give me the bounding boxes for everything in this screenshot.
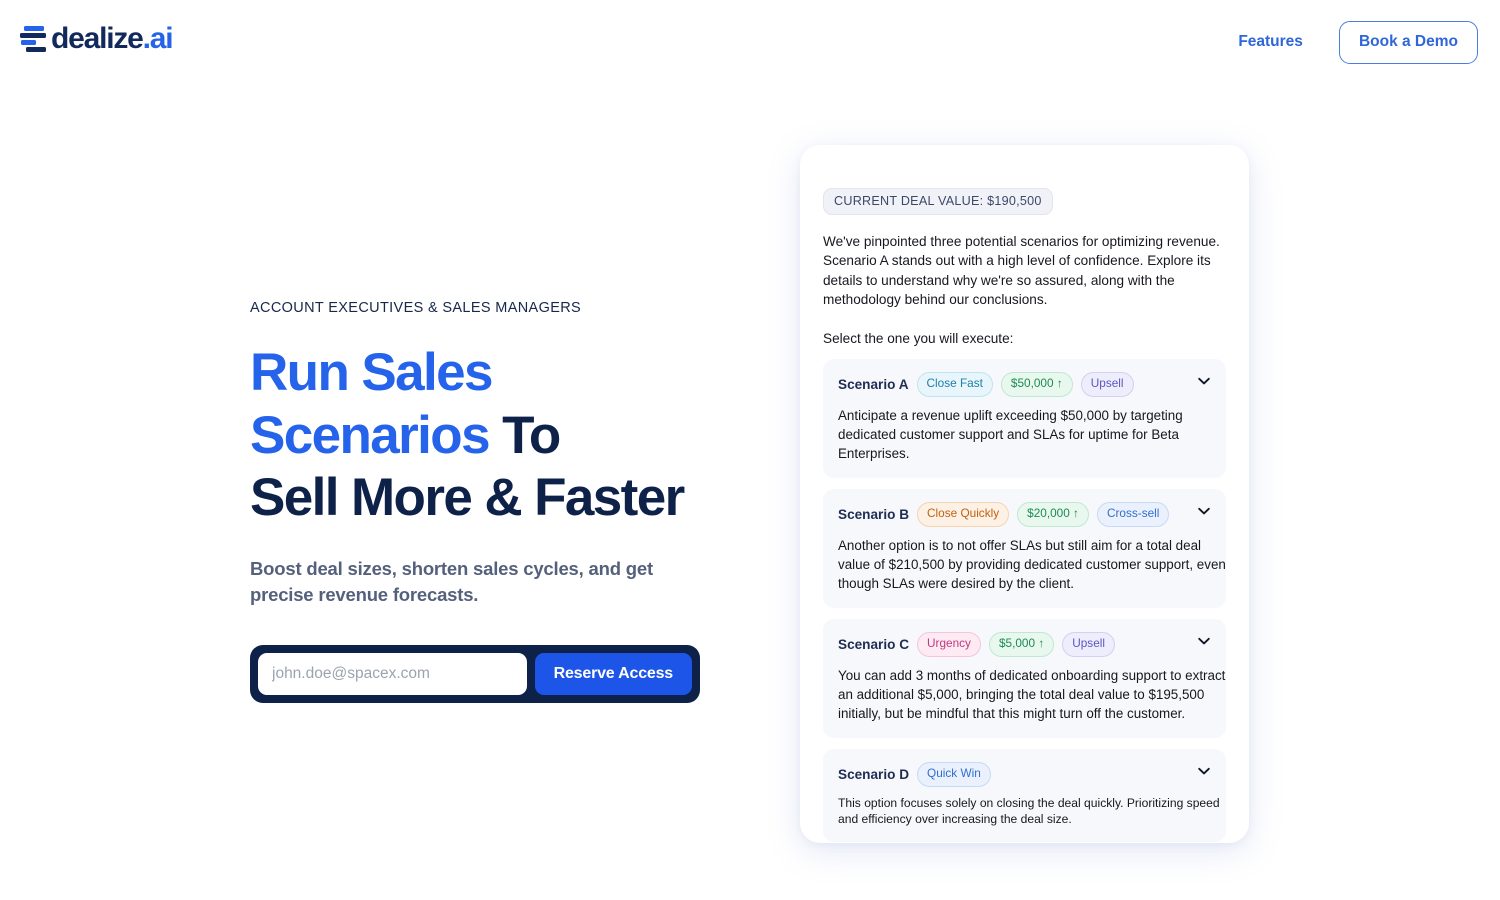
chevron-down-icon[interactable]: [1196, 503, 1212, 519]
scenario-tag: $50,000 ↑: [1000, 372, 1073, 397]
brand-logo[interactable]: dealize.ai: [20, 22, 174, 55]
scenario-header: Scenario B Close Quickly $20,000 ↑ Cross-se…: [838, 502, 1211, 527]
scenario-tag: Urgency: [917, 631, 981, 657]
headline-line-2-rest: To: [488, 405, 561, 465]
headline-line-1: Run Sales: [250, 343, 493, 402]
header-nav: Features Book a Demo: [1238, 21, 1478, 64]
hero-section: ACCOUNT EXECUTIVES & SALES MANAGERS Run …: [250, 300, 720, 704]
email-field[interactable]: [258, 653, 527, 696]
logo-name: dealize: [51, 22, 144, 55]
scenario-tag: Close Quickly: [917, 502, 1010, 527]
scenarios-panel: CURRENT DEAL VALUE: $190,500 We've pinpo…: [800, 145, 1249, 843]
headline-line-2-accent: Scenarios: [250, 405, 491, 465]
scenario-tag: $20,000 ↑: [1017, 502, 1089, 527]
page-title: Run Sales Scenarios To Sell More & Faste…: [250, 342, 720, 530]
scenario-title: Scenario D: [838, 766, 910, 782]
nav-link-features[interactable]: Features: [1238, 33, 1303, 51]
logo-tld: .ai: [142, 22, 174, 55]
scenario-header: Scenario D Quick Win: [838, 761, 1211, 787]
scenario-description: Another option is to not offer SLAs but …: [838, 537, 1226, 591]
scenario-list: Scenario A Close Fast $50,000 ↑ Upsell Antic…: [823, 359, 1226, 843]
panel-intro-text: We've pinpointed three potential scenari…: [823, 234, 1220, 307]
stacked-bars-icon: [20, 26, 46, 52]
reserve-access-button[interactable]: Reserve Access: [534, 653, 692, 696]
scenario-header: Scenario C Urgency $5,000 ↑ Upsell: [838, 631, 1211, 657]
scenario-card[interactable]: Scenario B Close Quickly $20,000 ↑ Cross-se…: [823, 489, 1226, 608]
site-header: dealize.ai Features Book a Demo: [0, 0, 1500, 84]
scenario-card[interactable]: Scenario D Quick Win This option focuses s…: [823, 748, 1226, 843]
landing-page: dealize.ai Features Book a Demo ACCOUNT …: [0, 0, 1500, 900]
book-a-demo-button[interactable]: Book a Demo: [1338, 21, 1478, 64]
scenario-title: Scenario C: [838, 636, 910, 652]
scenario-tag: Upsell: [1080, 372, 1134, 397]
scenario-description: You can add 3 months of dedicated onboar…: [838, 667, 1226, 721]
scenario-header: Scenario A Close Fast $50,000 ↑ Upsell: [838, 372, 1211, 397]
chevron-down-icon[interactable]: [1196, 633, 1212, 649]
scenario-tag: Upsell: [1062, 631, 1116, 657]
scenario-title: Scenario A: [838, 377, 909, 393]
hero-eyebrow: ACCOUNT EXECUTIVES & SALES MANAGERS: [250, 300, 582, 316]
logo-wordmark: dealize.ai: [51, 22, 174, 55]
scenario-tag: Cross-sell: [1096, 502, 1170, 527]
chevron-down-icon[interactable]: [1196, 373, 1212, 389]
current-deal-value-badge: CURRENT DEAL VALUE: $190,500: [823, 188, 1053, 215]
headline-line-3: Sell More & Faster: [250, 468, 685, 528]
scenario-description: Anticipate a revenue uplift exceeding $5…: [838, 407, 1183, 462]
scenario-description: This option focuses solely on closing th…: [838, 795, 1220, 826]
scenario-card[interactable]: Scenario A Close Fast $50,000 ↑ Upsell Antic…: [823, 359, 1226, 479]
scenario-tag: $5,000 ↑: [988, 631, 1055, 657]
chevron-down-icon[interactable]: [1196, 763, 1212, 779]
scenario-title: Scenario B: [838, 506, 910, 522]
scenario-card[interactable]: Scenario C Urgency $5,000 ↑ Upsell You can a…: [823, 618, 1226, 738]
scenario-tag: Quick Win: [917, 761, 991, 787]
scenario-tag: Close Fast: [916, 372, 993, 397]
hero-subheadline: Boost deal sizes, shorten sales cycles, …: [250, 557, 653, 606]
signup-form: Reserve Access: [250, 645, 700, 704]
panel-select-prompt: Select the one you will execute:: [823, 331, 1014, 347]
